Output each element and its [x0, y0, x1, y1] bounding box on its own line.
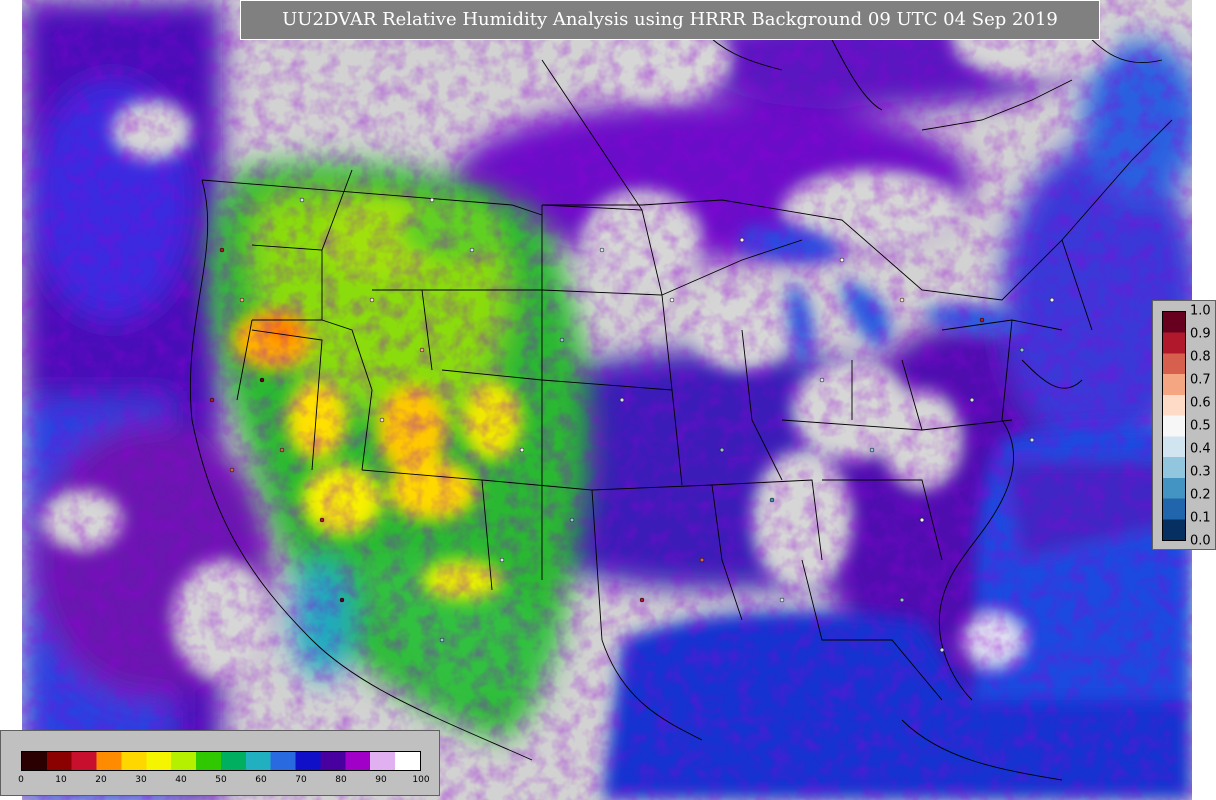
obs-tick-label: 0.3 — [1190, 464, 1211, 480]
obs-tick-label: 0.9 — [1190, 326, 1211, 342]
rh-tick-label: 50 — [215, 775, 227, 785]
obs-colorbar-panel: 1.0 0.9 0.8 0.7 0.6 0.5 0.4 0.3 0.2 0.1 0.0 — [1152, 300, 1216, 550]
map-title: UU2DVAR Relative Humidity Analysis using… — [240, 0, 1100, 40]
map-frame — [22, 0, 1192, 800]
obs-tick-label: 0.0 — [1190, 533, 1211, 549]
obs-tick-label: 0.6 — [1190, 395, 1211, 411]
rh-colorbar-panel: 0 10 20 30 40 50 60 70 80 90 100 — [0, 730, 440, 796]
rh-tick-label: 100 — [412, 775, 430, 785]
obs-tick-label: 0.5 — [1190, 418, 1211, 434]
rh-tick-label: 10 — [55, 775, 67, 785]
rh-tick-label: 30 — [135, 775, 147, 785]
rh-colorbar — [21, 751, 421, 771]
rh-tick-label: 70 — [295, 775, 307, 785]
rh-tick-label: 80 — [335, 775, 347, 785]
rh-tick-label: 90 — [375, 775, 387, 785]
obs-tick-label: 0.1 — [1190, 510, 1211, 526]
obs-tick-label: 0.7 — [1190, 372, 1211, 388]
rh-tick-label: 0 — [18, 775, 24, 785]
obs-tick-label: 0.8 — [1190, 349, 1211, 365]
obs-colorbar — [1162, 311, 1186, 541]
rh-tick-label: 20 — [95, 775, 107, 785]
obs-tick-label: 0.4 — [1190, 441, 1211, 457]
obs-tick-label: 0.2 — [1190, 487, 1211, 503]
field-texture — [22, 0, 1192, 800]
rh-tick-label: 60 — [255, 775, 267, 785]
obs-tick-label: 1.0 — [1190, 303, 1211, 319]
humidity-map[interactable] — [22, 0, 1192, 800]
rh-tick-label: 40 — [175, 775, 187, 785]
